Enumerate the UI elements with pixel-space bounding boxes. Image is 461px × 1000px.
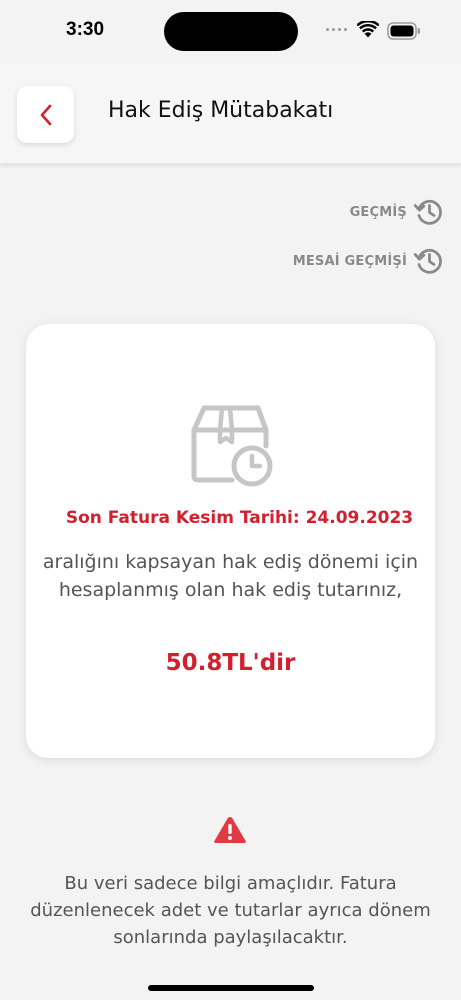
history-link[interactable]: GEÇMİŞ [350,195,445,229]
info-notice: Bu veri sadece bilgi amaçlıdır. Fatura d… [30,873,431,948]
last-invoice-date: Son Fatura Kesim Tarihi: 24.09.2023 [65,508,414,528]
box-clock-icon [191,405,273,487]
payment-summary-card: Son Fatura Kesim Tarihi: 24.09.2023 aral… [26,324,435,758]
overtime-history-link[interactable]: MESAİ GEÇMİŞİ [293,244,445,278]
payment-description: aralığını kapsayan hak ediş dönemi için … [42,551,419,601]
back-button[interactable] [17,86,74,143]
history-icon [413,199,442,225]
chevron-left-icon [40,104,51,125]
history-label: GEÇMİŞ [349,204,407,220]
status-bar: 3:30 [0,0,461,64]
dynamic-island [164,12,298,51]
home-indicator [148,985,314,991]
wifi-icon [356,19,380,42]
status-time: 3:30 [66,19,105,40]
battery-icon [387,22,421,44]
overtime-history-label: MESAİ GEÇMİŞİ [292,253,407,269]
app-header: Hak Ediş Mütabakatı [0,64,461,164]
page-title: Hak Ediş Mütabakatı [108,98,334,123]
warning-icon [214,817,246,843]
history-icon [413,248,442,274]
payment-amount: 50.8TL'dir [165,650,296,676]
